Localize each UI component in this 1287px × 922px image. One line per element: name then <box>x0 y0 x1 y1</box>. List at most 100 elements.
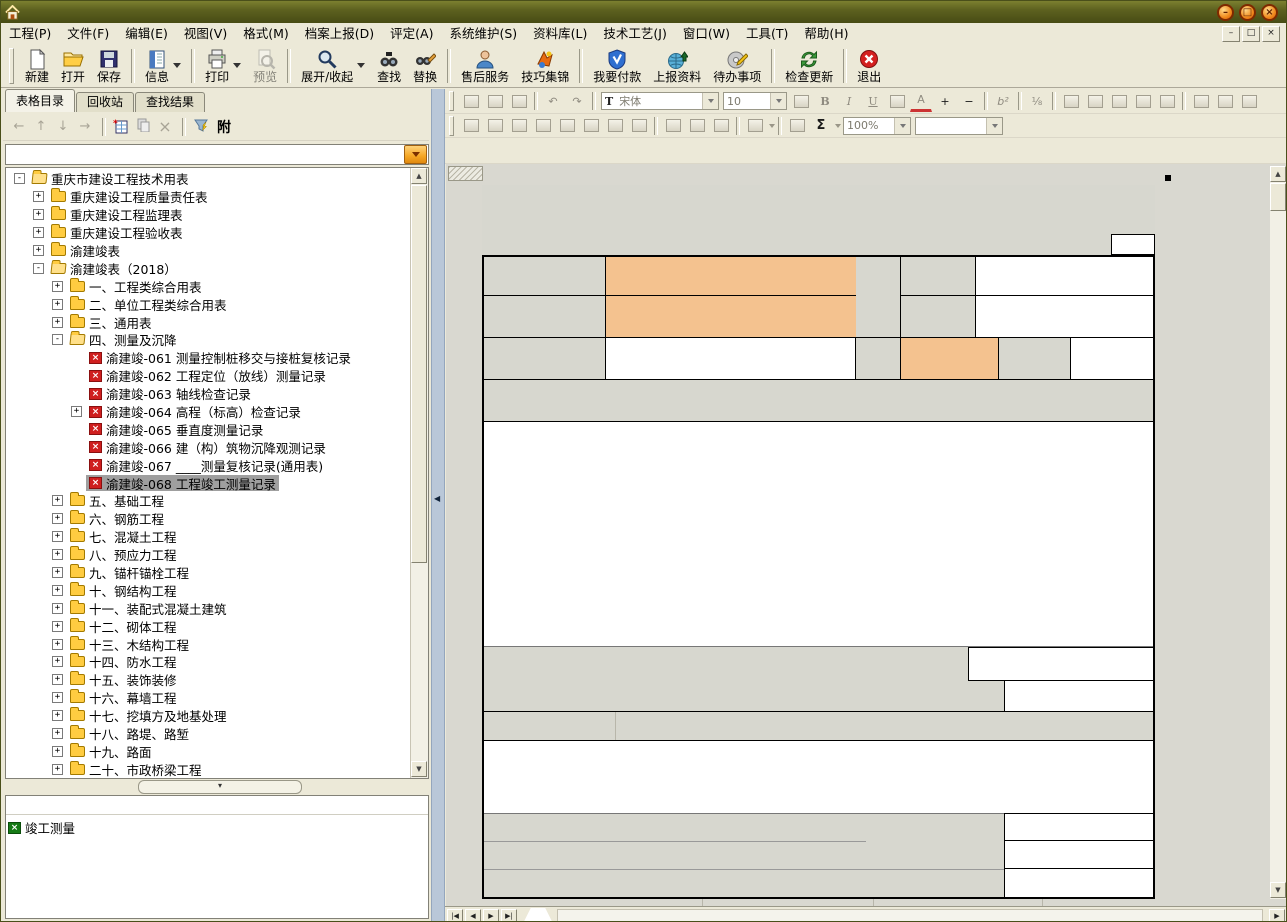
expand-icon[interactable]: + <box>33 191 44 202</box>
sum-icon[interactable]: Σ <box>810 116 832 136</box>
toolbar-drag-handle[interactable] <box>449 91 454 111</box>
sheet-vertical-scrollbar[interactable]: ▲ ▼ <box>1270 166 1286 899</box>
chevron-down-icon[interactable] <box>173 63 181 68</box>
tree-item-content[interactable]: 五、基础工程 <box>67 493 167 509</box>
tree-item-content[interactable]: 八、预应力工程 <box>67 547 180 563</box>
tree-item[interactable]: +十六、幕墙工程 <box>6 689 411 707</box>
tree-item[interactable]: +一、工程类综合用表 <box>6 277 411 295</box>
minimize-button[interactable]: – <box>1217 4 1234 21</box>
tree-item-content[interactable]: 十二、砌体工程 <box>67 618 180 634</box>
collapse-icon[interactable]: - <box>52 334 63 345</box>
tree-vertical-scrollbar[interactable]: ▲ ▼ <box>410 168 428 778</box>
tree-item-content[interactable]: 九、锚杆锚栓工程 <box>67 565 192 581</box>
toolbar-drag-handle[interactable] <box>9 48 14 84</box>
align-left-icon[interactable] <box>1060 91 1082 111</box>
sheet-scroll-down-icon[interactable]: ▼ <box>1270 882 1286 898</box>
undo-icon[interactable]: ↶ <box>542 91 564 111</box>
collapse-left-icon[interactable]: ◀ <box>434 494 440 503</box>
chevron-down-icon[interactable] <box>357 63 365 68</box>
exit-button[interactable]: 退出 <box>852 46 886 86</box>
row15-white-cell[interactable] <box>1004 681 1155 711</box>
expand-icon[interactable]: + <box>52 513 63 524</box>
printer-button[interactable]: 打印 <box>200 46 246 86</box>
tree-item-content[interactable]: 十一、装配式混凝土建筑 <box>67 600 230 616</box>
tab-recycle-bin[interactable]: 回收站 <box>76 92 134 112</box>
tree-item-content[interactable]: 二十、市政桥梁工程 <box>67 761 205 777</box>
tree-item-content[interactable]: 重庆建设工程验收表 <box>48 225 186 241</box>
mdi-minimize-button[interactable]: – <box>1222 26 1240 42</box>
tree-item[interactable]: ×渝建竣-068 工程竣工测量记录 <box>6 474 411 492</box>
nav-up-icon[interactable]: ↑ <box>31 118 51 136</box>
tree-item[interactable]: +七、混凝土工程 <box>6 528 411 546</box>
chevron-down-icon[interactable] <box>835 124 841 128</box>
tree-item[interactable]: + 十四、防水工程 <box>6 653 411 671</box>
tree-item[interactable]: ×渝建竣-061 测量控制桩移交与接桩复核记录 <box>6 349 411 367</box>
input-temperature[interactable] <box>1071 338 1155 380</box>
tree-item[interactable]: +二十一、市政隧道工程 <box>6 778 411 779</box>
tree-item-content[interactable]: 六、钢筋工程 <box>67 511 167 527</box>
column-triple-icon[interactable] <box>1238 91 1260 111</box>
clear-format-icon[interactable] <box>710 116 732 136</box>
replace-button[interactable]: 替换 <box>408 46 442 86</box>
cut-icon[interactable] <box>484 91 506 111</box>
tree-item[interactable]: +十二、砌体工程 <box>6 617 411 635</box>
expand-icon[interactable]: + <box>52 764 63 775</box>
new-doc-button[interactable]: 新建 <box>20 46 54 86</box>
column-double-icon[interactable] <box>1214 91 1236 111</box>
tree-item-content[interactable]: 一、工程类综合用表 <box>67 278 205 294</box>
tree-item-content[interactable]: ×渝建竣-062 工程定位（放线）测量记录 <box>86 368 329 384</box>
font-color-icon[interactable]: A <box>910 90 932 112</box>
expand-icon[interactable]: + <box>52 656 63 667</box>
menu-item[interactable]: 系统维护(S) <box>441 24 525 44</box>
tree-hscroll-thumb[interactable]: ▾ <box>138 780 302 794</box>
merge-cells-icon[interactable] <box>460 116 482 136</box>
collapse-icon[interactable]: - <box>14 173 25 184</box>
expand-icon[interactable]: + <box>52 585 63 596</box>
tree-item[interactable]: +重庆建设工程质量责任表 <box>6 188 411 206</box>
toolbar-drag-handle[interactable] <box>449 116 454 136</box>
tree-item-content[interactable]: 十四、防水工程 <box>67 654 180 670</box>
tree-item[interactable]: -重庆市建设工程技术用表 <box>6 170 411 188</box>
row21-white-cell[interactable] <box>1004 869 1155 899</box>
tree-item-content[interactable]: 十八、路堤、路堑 <box>67 726 192 742</box>
row-spacing-increase-icon[interactable] <box>662 116 684 136</box>
tree-item-content[interactable]: ×渝建竣-064 高程（标高）检查记录 <box>86 404 304 420</box>
tree-item-content[interactable]: ×渝建竣-063 轴线检查记录 <box>86 386 254 402</box>
chevron-down-icon[interactable] <box>894 118 910 134</box>
font-name-combo[interactable]: T宋体 <box>601 92 719 110</box>
select-all-corner[interactable] <box>448 166 483 181</box>
form-code[interactable] <box>886 234 1108 255</box>
insert-row-icon[interactable] <box>556 116 578 136</box>
last-page-icon[interactable]: ▶| <box>501 909 517 922</box>
tree-item-content[interactable]: 重庆建设工程监理表 <box>48 207 186 223</box>
tab-search-results[interactable]: 查找结果 <box>135 92 205 112</box>
tree-item[interactable]: ×渝建竣-062 工程定位（放线）测量记录 <box>6 367 411 385</box>
bold-icon[interactable]: B <box>814 91 836 111</box>
tree-item[interactable]: +十九、路面 <box>6 743 411 761</box>
fraction-icon[interactable]: ⅛ <box>1026 91 1048 111</box>
row-spacing-decrease-icon[interactable] <box>686 116 708 136</box>
menu-item[interactable]: 技术工艺(J) <box>595 24 674 44</box>
paste-icon[interactable] <box>508 91 530 111</box>
delete-icon[interactable]: × <box>155 118 175 136</box>
next-page-icon[interactable]: ▶ <box>483 909 499 922</box>
input-coordinate[interactable] <box>976 255 1155 296</box>
maximize-button[interactable]: □ <box>1239 4 1256 21</box>
expand-icon[interactable]: + <box>52 692 63 703</box>
redo-icon[interactable]: ↷ <box>566 91 588 111</box>
tree-item-content[interactable]: 四、测量及沉降 <box>67 332 180 348</box>
tree-item[interactable]: -渝建竣表（2018） <box>6 259 411 277</box>
service-button[interactable]: 售后服务 <box>456 46 514 86</box>
sheet-hscroll-track[interactable] <box>557 909 1263 922</box>
input-unit-project-name[interactable] <box>606 296 856 338</box>
tree-item-selected[interactable]: ×渝建竣-068 工程竣工测量记录 <box>86 475 279 491</box>
chevron-down-icon[interactable] <box>233 63 241 68</box>
tree-item-content[interactable]: 十三、木结构工程 <box>67 636 192 652</box>
menu-item[interactable]: 资料库(L) <box>525 24 595 44</box>
expand-icon[interactable]: + <box>33 245 44 256</box>
tree-scroll-thumb[interactable] <box>411 185 427 563</box>
split-cells-icon[interactable] <box>484 116 506 136</box>
expand-icon[interactable]: + <box>52 639 63 650</box>
align-distribute-icon[interactable] <box>1156 91 1178 111</box>
font-size-combo[interactable]: 10 <box>723 92 787 110</box>
